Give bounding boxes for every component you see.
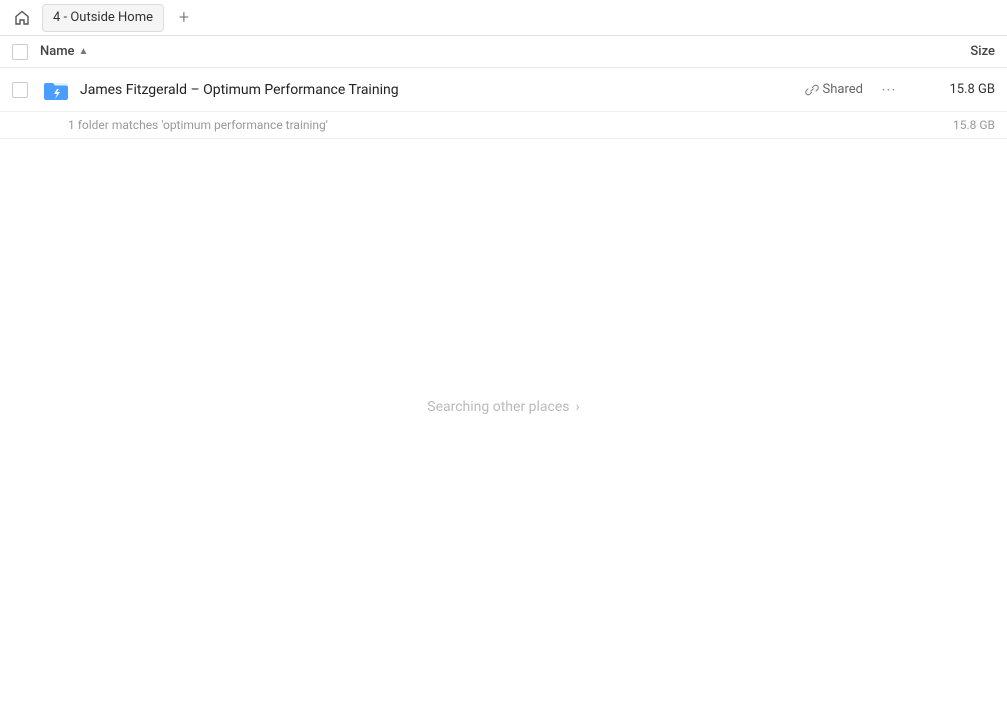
select-all-checkbox[interactable] (12, 44, 40, 60)
column-headers: Name ▲ Size (0, 36, 1007, 68)
checkbox-box[interactable] (12, 82, 28, 98)
shared-label: Shared (823, 82, 863, 97)
searching-text: Searching other places (427, 399, 569, 415)
top-bar: 4 - Outside Home + (0, 0, 1007, 36)
match-text: 1 folder matches 'optimum performance tr… (68, 118, 915, 132)
chevron-right-icon: › (576, 399, 580, 415)
home-button[interactable] (8, 4, 36, 32)
match-size: 15.8 GB (915, 118, 995, 132)
folder-icon (40, 74, 72, 106)
shared-indicator: Shared (805, 82, 863, 97)
name-label: Name (40, 44, 75, 59)
link-icon (805, 83, 819, 97)
sort-arrow-icon: ▲ (79, 46, 89, 57)
checkbox-box[interactable] (12, 44, 28, 60)
tab-label: 4 - Outside Home (53, 10, 153, 25)
match-info-row: 1 folder matches 'optimum performance tr… (0, 112, 1007, 139)
file-row[interactable]: James Fitzgerald – Optimum Performance T… (0, 68, 1007, 112)
file-size: 15.8 GB (915, 82, 995, 97)
more-options-button[interactable]: ··· (875, 76, 903, 104)
add-tab-button[interactable]: + (170, 4, 198, 32)
tab-outside-home[interactable]: 4 - Outside Home (42, 4, 164, 32)
plus-icon: + (179, 7, 189, 28)
file-checkbox[interactable] (12, 82, 40, 98)
searching-area: Searching other places › (0, 399, 1007, 415)
file-name: James Fitzgerald – Optimum Performance T… (80, 82, 805, 98)
size-column-header: Size (915, 44, 995, 59)
more-icon: ··· (882, 81, 897, 99)
name-column-header[interactable]: Name ▲ (40, 44, 915, 59)
size-label: Size (970, 44, 995, 59)
